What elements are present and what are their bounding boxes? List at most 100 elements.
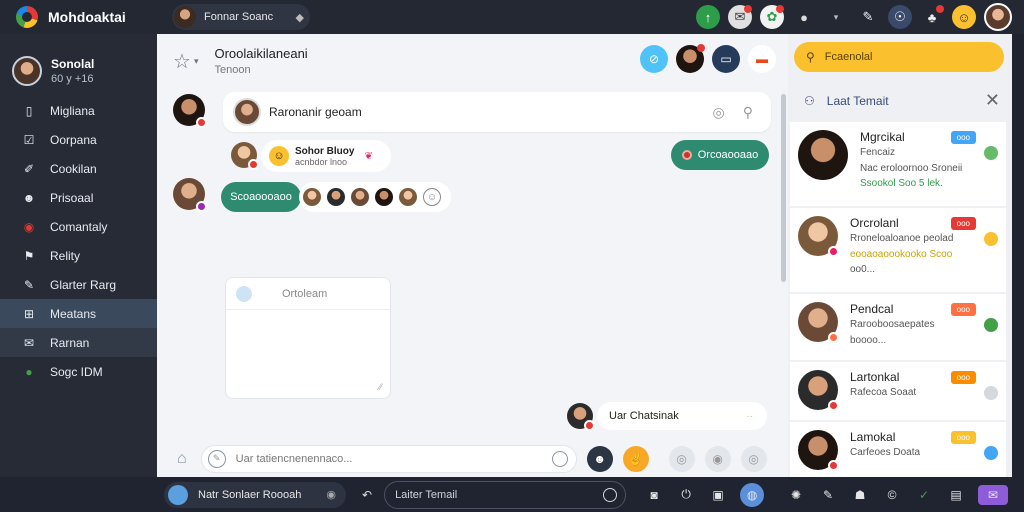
- copyright-icon[interactable]: ©: [882, 485, 902, 505]
- save-icon[interactable]: ▭: [712, 45, 740, 73]
- attach-icon[interactable]: ⊘: [640, 45, 668, 73]
- bell-icon[interactable]: ♣: [920, 5, 944, 29]
- message-bubble: Raronanir geoam ◎ ⚲: [223, 92, 771, 132]
- smile-icon[interactable]: ☺: [423, 188, 441, 206]
- avatar[interactable]: [375, 188, 393, 206]
- resize-handle-icon[interactable]: ⁄⁄: [379, 382, 382, 392]
- gift-icon[interactable]: ✿: [760, 5, 784, 29]
- sidebar-item-label: Prisoaal: [50, 190, 94, 205]
- reaction-bubble[interactable]: ☺ Sohor Bluoy acnbdor lnoo ❦: [261, 140, 391, 172]
- reply-arrow-icon[interactable]: ↶: [362, 488, 372, 502]
- contact-detail: oo0...: [850, 264, 876, 275]
- avatar[interactable]: [173, 94, 207, 128]
- contact-card[interactable]: Lartonkal ooo Rafecoa Soaat: [790, 362, 1006, 420]
- globe-icon[interactable]: ☉: [888, 5, 912, 29]
- document-icon[interactable]: ▤: [946, 485, 966, 505]
- sidebar-item-relity[interactable]: ⚑ Relity: [0, 241, 157, 270]
- app-icon[interactable]: ◍: [740, 482, 765, 507]
- chat-icon[interactable]: ✉: [728, 5, 752, 29]
- folder-icon[interactable]: ▬: [748, 45, 776, 73]
- emoji-icon[interactable]: [551, 450, 568, 467]
- search-icon[interactable]: ⚲: [743, 104, 753, 121]
- spinner-icon[interactable]: ✺: [786, 485, 806, 505]
- avatar[interactable]: [327, 188, 345, 206]
- reply-button[interactable]: Orcoaooaao: [671, 140, 769, 170]
- taskbar-user-chip[interactable]: Natr Sonlaer Roooah ◉: [164, 481, 346, 508]
- reactor-list: ☺: [299, 182, 451, 212]
- chevron-down-icon[interactable]: ▾: [824, 5, 848, 29]
- sidebar-item-migliana[interactable]: ▯ Migliana: [0, 96, 157, 125]
- star-icon[interactable]: ☆: [173, 49, 191, 74]
- chat-bubble-icon[interactable]: ✉: [978, 484, 1009, 505]
- flag-icon: ⚑: [23, 248, 35, 263]
- sidebar-item-sogc-idm[interactable]: ● Sogc IDM: [0, 357, 157, 386]
- sidebar-item-cookilan[interactable]: ✐ Cookilan: [0, 154, 157, 183]
- avatar: [168, 484, 188, 505]
- face-icon[interactable]: ☻: [586, 445, 613, 472]
- check-icon[interactable]: ✓: [914, 485, 934, 505]
- action-pill[interactable]: Scoaoooaoo: [221, 182, 301, 212]
- contact-card[interactable]: Orcrolanl ooo Rroneloaloanoe peolad eooao…: [790, 208, 1006, 292]
- profile-card[interactable]: Sonolal 60 y +16: [0, 34, 157, 94]
- status-badge: ooo: [950, 130, 976, 144]
- top-search-field[interactable]: Fonnar Soanc ◆: [172, 4, 310, 30]
- contact-name: Mgrcikal: [860, 130, 905, 144]
- emoji-icon[interactable]: ☺: [952, 5, 976, 29]
- contact-detail: boooo...: [850, 334, 887, 346]
- upload-icon[interactable]: ↑: [696, 5, 720, 29]
- more-icon[interactable]: ··: [746, 411, 753, 422]
- taskbar-input[interactable]: Laiter Temail: [384, 480, 627, 509]
- sidebar-item-label: Migliana: [50, 103, 95, 118]
- sidebar-item-rarnan[interactable]: ✉ Rarnan: [0, 328, 157, 357]
- sidebar-item-comantaly[interactable]: ◉ Comantaly: [0, 212, 157, 241]
- avatar[interactable]: [173, 178, 207, 212]
- taskbar-user-label: Natr Sonlaer Roooah: [198, 488, 302, 501]
- power-icon[interactable]: ⏻: [676, 485, 696, 505]
- user-avatar[interactable]: [984, 3, 1012, 31]
- reply-button-label: Orcoaooaao: [697, 149, 759, 161]
- avatar[interactable]: [567, 403, 595, 431]
- avatar[interactable]: [231, 142, 259, 170]
- contact-name: Lartonkal: [850, 370, 900, 384]
- camera-icon[interactable]: ◉: [704, 445, 731, 472]
- react-icon[interactable]: ◎: [713, 104, 725, 121]
- users-icon[interactable]: ☗: [850, 485, 870, 505]
- home-icon[interactable]: ⌂: [177, 450, 187, 468]
- search-icon: ⚲: [806, 50, 815, 64]
- camera-icon[interactable]: ◙: [644, 485, 664, 505]
- scrollbar-thumb[interactable]: [781, 94, 786, 282]
- chat-subtitle: Tenoon: [214, 64, 251, 76]
- note-title: Ortoleam: [282, 287, 328, 300]
- close-icon[interactable]: ✕: [985, 90, 1000, 111]
- chat-scrollbar[interactable]: [778, 94, 788, 454]
- contacts-search-field[interactable]: ⚲ Fcaenolal: [794, 42, 1004, 72]
- sidebar-item-oorpana[interactable]: ☑ Oorpana: [0, 125, 157, 154]
- participant-avatar[interactable]: [676, 44, 705, 73]
- message-input[interactable]: ✎ Uar tatiencnenennaco...: [200, 444, 577, 473]
- avatar: [798, 370, 839, 411]
- chevron-down-icon[interactable]: ▾: [194, 56, 199, 67]
- user-icon[interactable]: ●: [792, 5, 816, 29]
- avatar[interactable]: [303, 188, 321, 206]
- sidebar-item-meatans[interactable]: ⊞ Meatans: [0, 299, 157, 328]
- record-icon: [681, 150, 692, 160]
- contact-card[interactable]: Lamokal ooo Carfeoes Doata: [790, 422, 1006, 477]
- info-status-icon: [984, 446, 998, 460]
- record-icon: ◉: [326, 489, 336, 501]
- pen-icon: ✎: [207, 449, 226, 468]
- settings-icon[interactable]: ◎: [668, 445, 695, 472]
- sidebar-item-prisoaal[interactable]: ☻ Prisoaal: [0, 183, 157, 212]
- pin-icon[interactable]: ✎: [818, 485, 838, 505]
- contact-card[interactable]: Pendcal ooo Rarooboosaepates boooo...: [790, 294, 1006, 360]
- message-input-placeholder: Uar tatiencnenennaco...: [235, 452, 353, 465]
- pin-icon[interactable]: ✎: [856, 5, 880, 29]
- contacts-header: ⚇ Laat Temait ✕: [804, 90, 1000, 111]
- sidebar-item-glarter-rarg[interactable]: ✎ Glarter Rarg: [0, 270, 157, 299]
- avatar[interactable]: [399, 188, 417, 206]
- contact-card[interactable]: Mgrcikal ooo Fencaiz Nac eroloornoo Srone…: [790, 122, 1006, 206]
- note-card[interactable]: Ortoleam ⁄⁄: [225, 277, 391, 399]
- sticker-icon[interactable]: ✌: [622, 445, 649, 472]
- send-icon[interactable]: ◎: [740, 445, 767, 472]
- avatar[interactable]: [351, 188, 369, 206]
- image-icon[interactable]: ▣: [708, 485, 728, 505]
